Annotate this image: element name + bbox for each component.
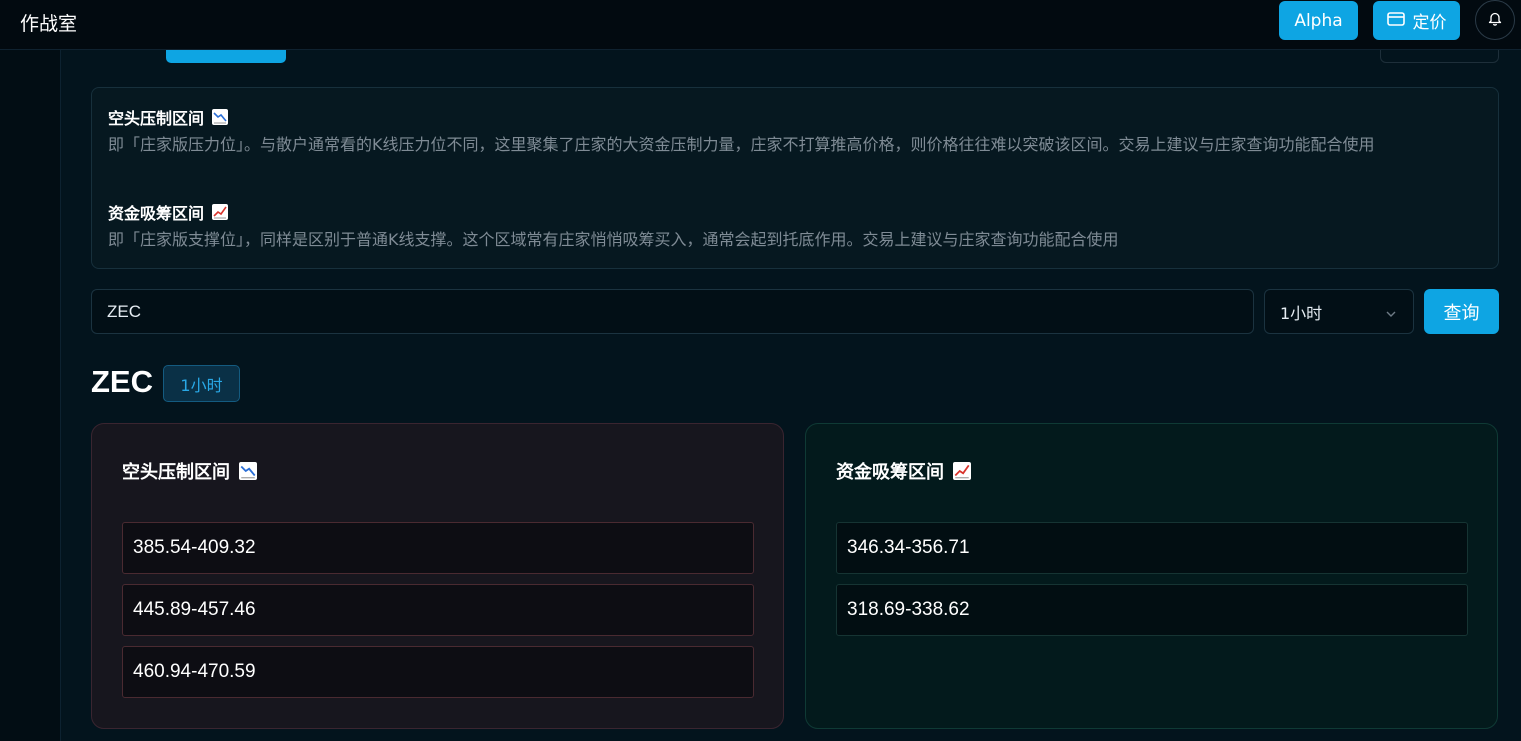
timeframe-select[interactable]: 1小时: [1264, 289, 1414, 334]
timeframe-selected-label: 1小时: [1280, 303, 1323, 323]
notification-button[interactable]: [1475, 0, 1515, 40]
pricing-button[interactable]: 定价: [1373, 1, 1460, 40]
cut-off-tag: [166, 50, 286, 63]
short-zone-title-label: 空头压制区间: [122, 462, 230, 483]
bank-card-icon: [1386, 11, 1405, 31]
short-zone-list: 385.54-409.32 445.89-457.46 460.94-470.5…: [122, 522, 754, 708]
chart-down-icon: [212, 109, 229, 125]
chart-down-icon: [239, 462, 257, 480]
long-zone-info-title: 资金吸筹区间: [108, 200, 229, 224]
symbol-search-input[interactable]: [91, 289, 1254, 334]
short-zone-title: 空头压制区间: [122, 458, 257, 484]
short-zone-range: 445.89-457.46: [122, 584, 754, 636]
app-title: 作战室: [20, 13, 78, 35]
bell-icon: [1488, 11, 1502, 30]
long-zone-range: 318.69-338.62: [836, 584, 1468, 636]
short-zone-card: 空头压制区间 385.54-409.32 445.89-457.46 460.9…: [91, 423, 784, 729]
long-zone-info-desc: 即「庄家版支撑位」，同样是区别于普通K线支撑。这个区域常有庄家悄悄吸筹买入，通常…: [108, 230, 1119, 249]
result-symbol: ZEC: [91, 364, 153, 399]
query-button-label: 查询: [1443, 302, 1480, 324]
query-button[interactable]: 查询: [1424, 289, 1499, 334]
short-zone-range: 385.54-409.32: [122, 522, 754, 574]
alpha-button-label: Alpha: [1294, 10, 1343, 31]
short-zone-info-title: 空头压制区间: [108, 105, 229, 129]
left-sidebar: [0, 50, 61, 741]
long-zone-list: 346.34-356.71 318.69-338.62: [836, 522, 1468, 646]
short-zone-info-desc: 即「庄家版压力位」。与散户通常看的K线压力位不同，这里聚集了庄家的大资金压制力量…: [108, 135, 1375, 154]
long-zone-title: 资金吸筹区间: [836, 458, 971, 484]
short-zone-range: 460.94-470.59: [122, 646, 754, 698]
long-zone-card: 资金吸筹区间 346.34-356.71 318.69-338.62: [805, 423, 1498, 729]
chart-up-icon: [212, 204, 229, 220]
alpha-button[interactable]: Alpha: [1279, 1, 1358, 40]
short-zone-info-label: 空头压制区间: [108, 109, 205, 128]
chart-up-icon: [953, 462, 971, 480]
cut-off-control[interactable]: [1380, 50, 1499, 63]
long-zone-info-label: 资金吸筹区间: [108, 204, 205, 223]
top-bar: 作战室 Alpha 定价: [0, 0, 1521, 50]
long-zone-range: 346.34-356.71: [836, 522, 1468, 574]
zone-explanation-card: 空头压制区间 即「庄家版压力位」。与散户通常看的K线压力位不同，这里聚集了庄家的…: [91, 87, 1499, 269]
long-zone-title-label: 资金吸筹区间: [836, 462, 944, 483]
main-panel: 空头压制区间 即「庄家版压力位」。与散户通常看的K线压力位不同，这里聚集了庄家的…: [61, 50, 1521, 741]
timeframe-badge: 1小时: [163, 365, 240, 402]
pricing-button-label: 定价: [1412, 13, 1447, 33]
chevron-down-icon: [1385, 305, 1397, 324]
